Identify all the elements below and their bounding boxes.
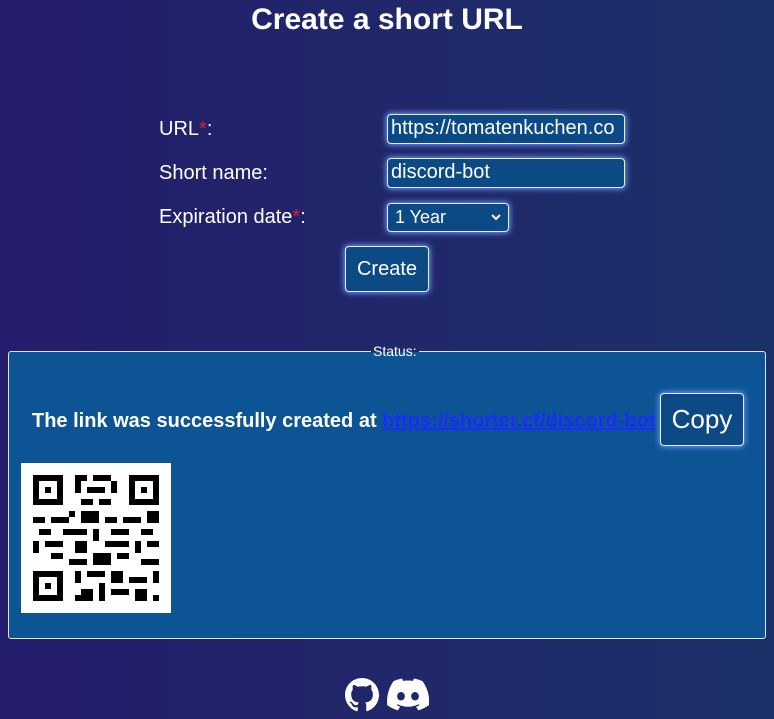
copy-button[interactable]: Copy: [660, 393, 744, 446]
status-legend: Status:: [371, 342, 419, 360]
qr-code: [21, 463, 171, 613]
status-panel: Status: The link was successfully create…: [8, 342, 766, 639]
short-link[interactable]: https://shorter.cf/discord-bot: [382, 410, 655, 432]
github-icon[interactable]: [345, 678, 379, 717]
url-label: URL*:: [159, 118, 213, 140]
expiration-label: Expiration date*:: [159, 206, 306, 228]
discord-icon[interactable]: [387, 678, 430, 717]
expiration-select[interactable]: 1 Year: [387, 203, 509, 232]
expiration-value: 1 Year: [395, 207, 447, 227]
status-message: The link was successfully created at htt…: [32, 410, 656, 432]
url-input[interactable]: https://tomatenkuchen.co: [387, 114, 625, 144]
page-title: Create a short URL: [251, 3, 523, 36]
chevron-down-icon: [490, 204, 502, 241]
short-name-label: Short name:: [159, 162, 268, 184]
short-name-input[interactable]: discord-bot: [387, 158, 625, 188]
create-button[interactable]: Create: [345, 246, 429, 292]
required-marker: *: [199, 118, 207, 140]
